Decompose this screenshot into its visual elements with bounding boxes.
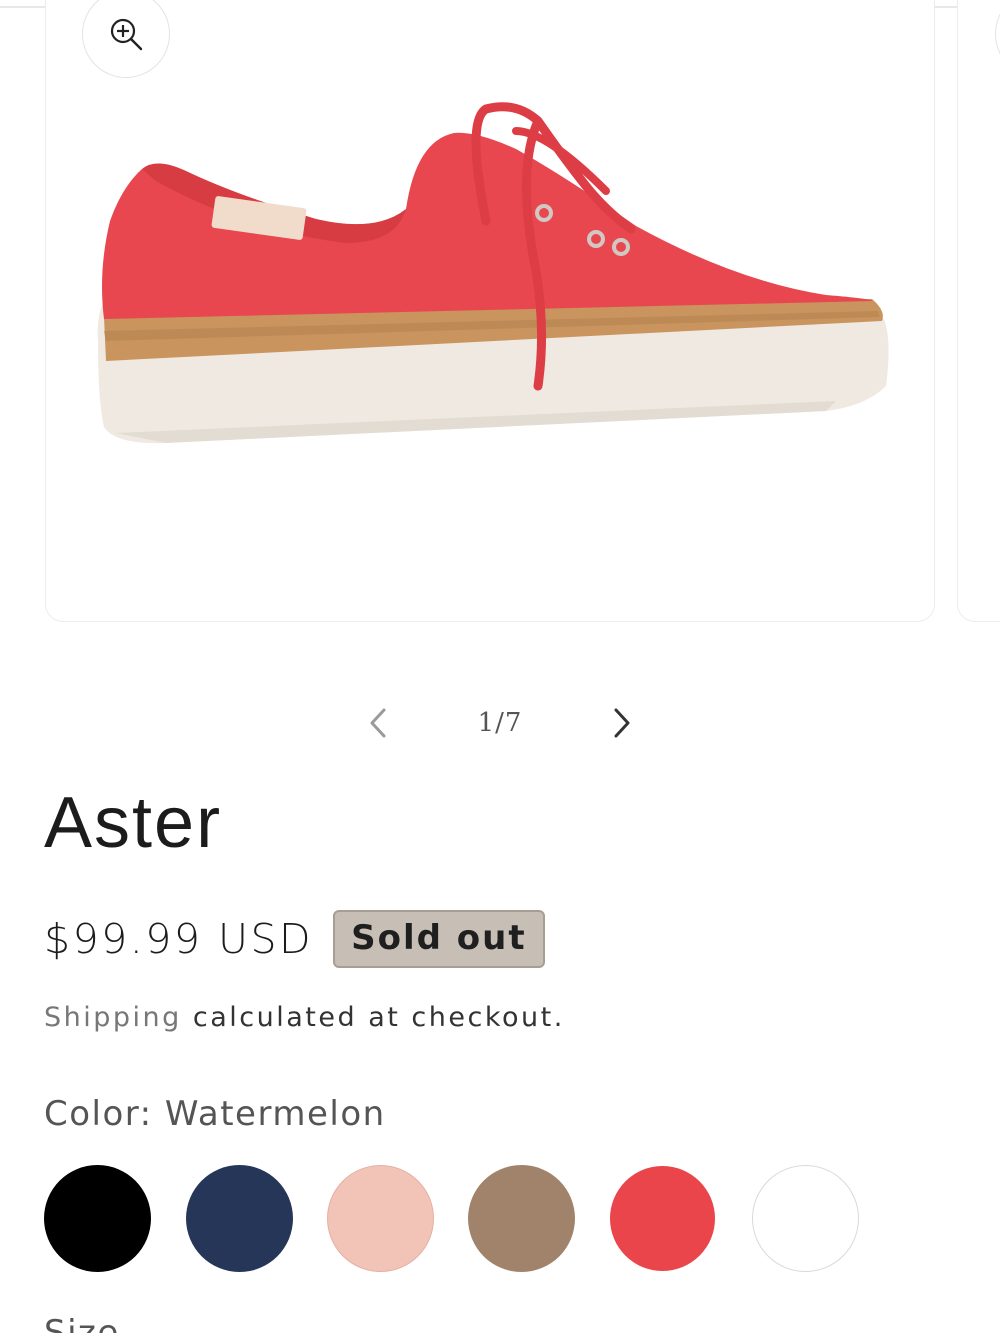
product-title: Aster	[44, 783, 223, 863]
gallery-pager: 1/7	[355, 700, 645, 746]
previous-image-button[interactable]	[355, 700, 401, 746]
sold-out-badge: Sold out	[333, 910, 545, 968]
next-image-card[interactable]	[957, 0, 1000, 622]
swatch-white[interactable]	[752, 1165, 859, 1272]
price-row: $99.99 USD Sold out	[44, 910, 545, 968]
chevron-left-icon	[370, 708, 386, 738]
swatch-blush[interactable]	[327, 1165, 434, 1272]
swatch-navy[interactable]	[186, 1165, 293, 1272]
zoom-in-icon	[110, 18, 143, 51]
chevron-right-icon	[614, 708, 630, 738]
shipping-link[interactable]: Shipping	[44, 1002, 182, 1033]
product-image	[97, 102, 889, 444]
size-label: Size	[44, 1318, 120, 1333]
shipping-note: Shipping calculated at checkout.	[44, 1002, 565, 1033]
swatch-watermelon[interactable]	[610, 1166, 715, 1271]
shipping-note-text: calculated at checkout.	[181, 1002, 565, 1033]
color-swatches	[44, 1165, 864, 1275]
swatch-black[interactable]	[44, 1165, 151, 1272]
product-price: $99.99 USD	[44, 915, 314, 963]
color-label: Color: Watermelon	[44, 1094, 386, 1134]
next-image-button[interactable]	[599, 700, 645, 746]
swatch-tan[interactable]	[468, 1165, 575, 1272]
gallery-counter: 1/7	[477, 708, 523, 738]
product-image-card[interactable]	[45, 0, 935, 622]
product-page: 1/7 Aster $99.99 USD Sold out Shipping c…	[0, 0, 1000, 1333]
